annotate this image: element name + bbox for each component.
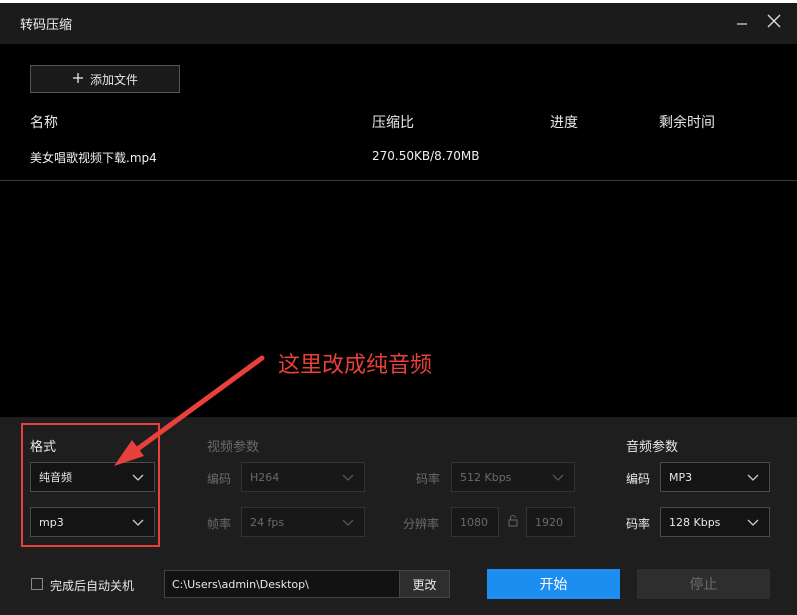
- annotation-arrow: [114, 355, 265, 466]
